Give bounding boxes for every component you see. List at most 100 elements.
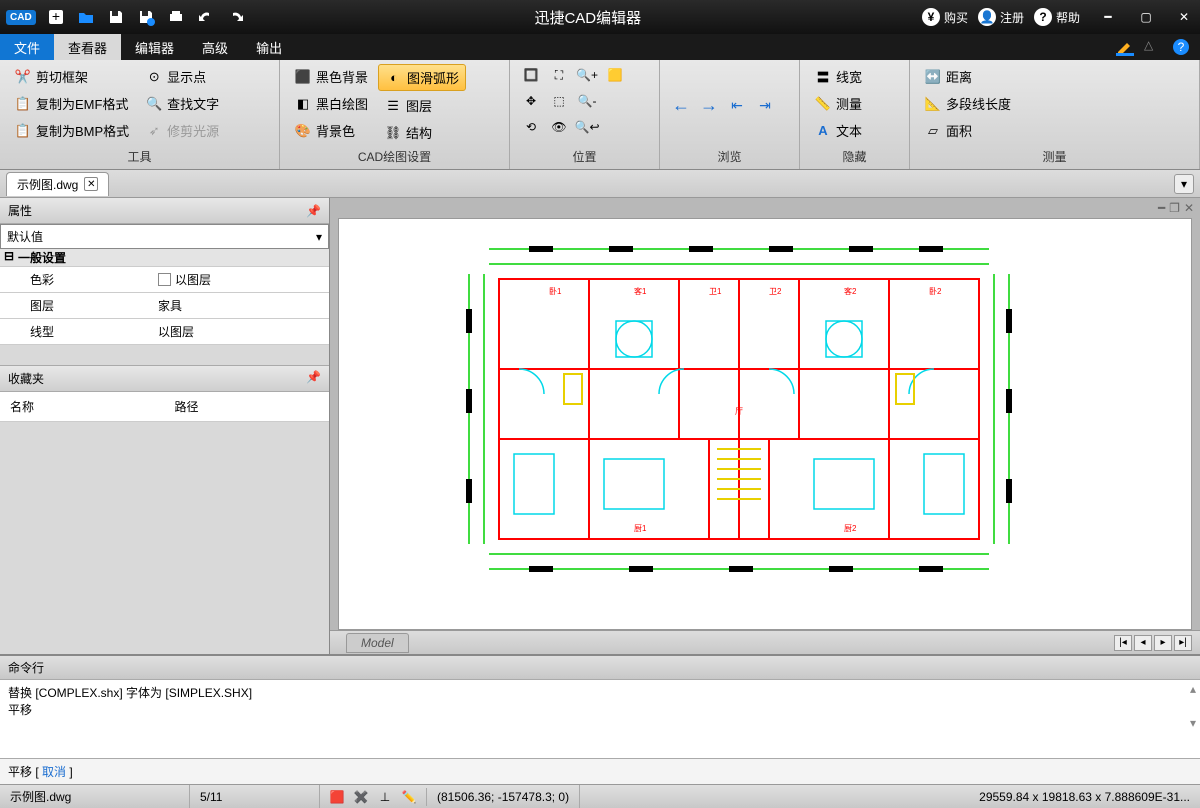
drawing-canvas[interactable]: 卧1客1卫1卫2客2卧2 厅 厨1厨2 — [338, 218, 1192, 630]
zoom-prev-icon[interactable]: 🔍↩ — [574, 116, 600, 138]
status-filename: 示例图.dwg — [0, 785, 190, 808]
bw-draw-button[interactable]: ◧黑白绘图 — [288, 91, 374, 116]
cursor-icon: ➶ — [145, 122, 163, 140]
lw-icon: 〓 — [814, 68, 832, 86]
print-icon[interactable] — [164, 5, 188, 29]
area-button[interactable]: ▱面积 — [918, 118, 1017, 143]
tab-output[interactable]: 输出 — [242, 34, 296, 60]
copy-bmp-button[interactable]: 📋复制为BMP格式 — [8, 118, 135, 143]
group-label-cadsettings: CAD绘图设置 — [288, 146, 501, 165]
property-category[interactable]: ⊟ 一般设置 — [0, 249, 329, 267]
polylength-button[interactable]: 📐多段线长度 — [918, 91, 1017, 116]
layer-button[interactable]: ☰图层 — [378, 93, 466, 118]
document-tab-close-icon[interactable]: ✕ — [84, 177, 98, 191]
status-ortho-icon[interactable]: ✏️ — [400, 788, 418, 806]
model-tab[interactable]: Model — [346, 633, 409, 653]
register-button[interactable]: 👤注册 — [978, 8, 1024, 26]
status-snap-icon[interactable]: ✖️ — [352, 788, 370, 806]
black-bg-button[interactable]: ⬛黑色背景 — [288, 64, 374, 89]
bg-color-button[interactable]: 🎨背景色 — [288, 118, 374, 143]
scroll-up-icon[interactable]: ▴ — [1190, 682, 1196, 696]
maximize-icon[interactable]: ▢ — [1136, 7, 1156, 27]
canvas-close-icon[interactable]: ✕ — [1184, 201, 1194, 215]
zoom-select-icon[interactable]: 🟨 — [602, 64, 628, 86]
canvas-restore-icon[interactable]: ❐ — [1169, 201, 1180, 215]
distance-button[interactable]: ↔️距离 — [918, 64, 1017, 89]
property-row[interactable]: 线型 以图层 — [0, 319, 329, 345]
help-icon[interactable]: ? — [1172, 38, 1190, 56]
tab-nav-next-icon[interactable]: ▸ — [1154, 635, 1172, 651]
close-icon[interactable]: ✕ — [1174, 7, 1194, 27]
svg-text:卫2: 卫2 — [769, 287, 782, 296]
document-tab-bar: 示例图.dwg ✕ ▾ — [0, 170, 1200, 198]
nav-right-icon[interactable]: → — [696, 94, 722, 116]
minimize-icon[interactable]: ━ — [1098, 7, 1118, 27]
cancel-link[interactable]: 取消 — [42, 765, 66, 779]
pencil-icon[interactable] — [1116, 38, 1134, 56]
nav-left-icon[interactable]: ← — [668, 94, 694, 116]
canvas-toolbar: ━ ❐ ✕ — [330, 198, 1200, 218]
status-grid-icon[interactable]: ⊥ — [376, 788, 394, 806]
command-log: 替换 [COMPLEX.shx] 字体为 [SIMPLEX.SHX] 平移 ▴▾ — [0, 680, 1200, 758]
canvas-minimize-icon[interactable]: ━ — [1158, 201, 1165, 215]
zoom-in-icon[interactable]: 🔍+ — [574, 64, 600, 86]
undo-icon[interactable] — [194, 5, 218, 29]
tab-viewer[interactable]: 查看器 — [54, 34, 121, 60]
favorites-columns: 名称 路径 — [0, 392, 329, 422]
fit-icon[interactable]: ⬚ — [546, 90, 572, 112]
find-text-button[interactable]: 🔍查找文字 — [139, 91, 225, 116]
text-button[interactable]: A文本 — [808, 118, 868, 143]
status-color-icon[interactable]: 🟥 — [328, 788, 346, 806]
show-points-button[interactable]: ⊙显示点 — [139, 64, 225, 89]
zoom-extents-icon[interactable]: ⛶ — [546, 64, 572, 86]
buy-button[interactable]: ¥购买 — [922, 8, 968, 26]
svg-text:卧2: 卧2 — [929, 287, 942, 296]
tab-nav-first-icon[interactable]: |◂ — [1114, 635, 1132, 651]
document-tab-dropdown-icon[interactable]: ▾ — [1174, 174, 1194, 194]
linewidth-button[interactable]: 〓线宽 — [808, 64, 868, 89]
document-tab[interactable]: 示例图.dwg ✕ — [6, 172, 109, 196]
structure-button[interactable]: ⛓结构 — [378, 120, 466, 145]
open-icon[interactable] — [74, 5, 98, 29]
command-input[interactable]: 平移 [ 取消 ] — [0, 758, 1200, 784]
tab-nav-last-icon[interactable]: ▸| — [1174, 635, 1192, 651]
smooth-arc-button[interactable]: ◐图滑弧形 — [378, 64, 466, 91]
scroll-down-icon[interactable]: ▾ — [1190, 716, 1196, 730]
save-icon[interactable] — [104, 5, 128, 29]
nav-first-icon[interactable]: ⇤ — [724, 94, 750, 116]
svg-text:卫1: 卫1 — [709, 287, 722, 296]
measure-button[interactable]: 📏测量 — [808, 91, 868, 116]
svg-text:厅: 厅 — [735, 407, 743, 416]
zoom-window-icon[interactable]: 🔲 — [518, 64, 544, 86]
pin-icon[interactable]: 📌 — [306, 204, 321, 218]
copy-emf-button[interactable]: 📋复制为EMF格式 — [8, 91, 135, 116]
help-button[interactable]: ?帮助 — [1034, 8, 1080, 26]
new-icon[interactable]: + — [44, 5, 68, 29]
svg-text:厨1: 厨1 — [634, 524, 647, 533]
orbit-icon[interactable]: ⟲ — [518, 116, 544, 138]
zoom-out-icon[interactable]: 🔍- — [574, 90, 600, 112]
crop-frame-button[interactable]: ✂️剪切框架 — [8, 64, 135, 89]
tab-file[interactable]: 文件 — [0, 34, 54, 60]
ribbon-collapse-icon[interactable]: △ — [1144, 38, 1162, 56]
checkbox-icon[interactable] — [158, 273, 171, 286]
tab-nav-prev-icon[interactable]: ◂ — [1134, 635, 1152, 651]
nav-last-icon[interactable]: ⇥ — [752, 94, 778, 116]
app-logo: CAD — [6, 10, 36, 25]
saveas-icon[interactable] — [134, 5, 158, 29]
pan-icon[interactable]: ✥ — [518, 90, 544, 112]
redo-icon[interactable] — [224, 5, 248, 29]
svg-text:+: + — [52, 8, 60, 24]
tab-advanced[interactable]: 高级 — [188, 34, 242, 60]
collapse-icon[interactable]: ⊟ — [0, 249, 18, 266]
trim-light-button: ➶修剪光源 — [139, 118, 225, 143]
area-icon: ▱ — [924, 122, 942, 140]
property-row[interactable]: 图层 家具 — [0, 293, 329, 319]
group-label-measure: 测量 — [918, 146, 1191, 165]
floorplan-drawing: 卧1客1卫1卫2客2卧2 厅 厨1厨2 — [459, 239, 1019, 579]
properties-combo[interactable]: 默认值▾ — [0, 224, 329, 249]
property-row[interactable]: 色彩 以图层 — [0, 267, 329, 293]
view-icon[interactable]: 👁 — [546, 116, 572, 138]
tab-editor[interactable]: 编辑器 — [121, 34, 188, 60]
pin-icon[interactable]: 📌 — [306, 370, 321, 387]
